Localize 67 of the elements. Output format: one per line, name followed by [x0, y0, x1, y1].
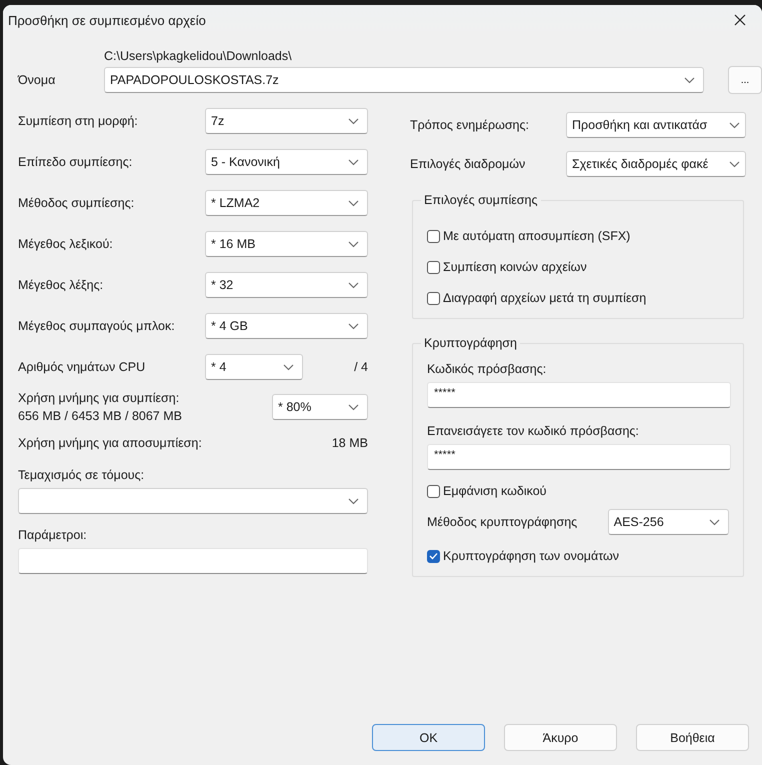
memory-value: 18 MB: [332, 436, 368, 450]
dropdown[interactable]: AES-256: [608, 509, 729, 535]
checkbox[interactable]: [427, 484, 440, 498]
chevron-icon: [348, 282, 359, 288]
parameters-field[interactable]: [18, 548, 368, 574]
chevron-icon: [729, 122, 740, 128]
field-label: Αριθμός νημάτων CPU: [18, 360, 146, 374]
chevron-icon: [709, 518, 720, 526]
dropdown[interactable]: Προσθήκη και αντικατάσ: [566, 112, 746, 138]
volume-dropdown[interactable]: [18, 488, 368, 514]
chevron-icon: [348, 498, 359, 504]
dropdown[interactable]: Σχετικές διαδρομές φακέ: [566, 151, 746, 177]
dropdown[interactable]: * 16 MB: [205, 231, 368, 257]
checkbox[interactable]: [427, 550, 440, 562]
dialog-button[interactable]: Βοήθεια: [636, 724, 749, 751]
checkbox-label: Εμφάνιση κωδικού: [443, 484, 547, 498]
checkbox[interactable]: [427, 292, 440, 304]
chevron-icon: [729, 160, 740, 168]
dropdown[interactable]: 7z: [205, 108, 368, 134]
chevron-icon: [348, 322, 359, 330]
field-label: Επιλογές διαδρομών: [410, 157, 526, 171]
chevron-icon: [348, 158, 359, 166]
chevron-icon: [348, 240, 359, 248]
password-field[interactable]: *****: [427, 444, 731, 470]
memory-usage: 656 MB / 6453 MB / 8067 MB: [18, 409, 183, 423]
window-title: Προσθήκη σε συμπιεσμένο αρχείο: [8, 12, 206, 28]
field-label: Μέθοδος συμπίεσης:: [18, 196, 136, 210]
checkbox-label: Κρυπτογράφηση των ονομάτων: [443, 549, 620, 563]
field-label: Όνομα: [18, 73, 56, 87]
checkbox[interactable]: [427, 260, 440, 274]
dropdown[interactable]: * LZMA2: [205, 190, 368, 216]
dropdown[interactable]: 5 - Κανονική: [205, 149, 368, 175]
thread-total: / 4: [354, 360, 368, 374]
group-title: Επιλογές συμπίεσης: [421, 193, 540, 207]
dropdown[interactable]: * 80%: [272, 394, 368, 420]
folder-path: C:\Users\pkagkelidou\Downloads\: [104, 49, 293, 63]
archive-name-field[interactable]: PAPADOPOULOSKOSTAS.7z: [104, 67, 704, 93]
dropdown[interactable]: * 32: [205, 272, 368, 298]
checkbox[interactable]: [427, 230, 440, 242]
field-label: Μέγεθος λεξικού:: [18, 237, 114, 251]
group-title: Κρυπτογράφηση: [421, 336, 520, 350]
password-field[interactable]: *****: [427, 382, 731, 408]
chevron-icon: [348, 200, 359, 206]
chevron-icon: [283, 364, 294, 370]
field-label: Μέγεθος λέξης:: [18, 278, 104, 292]
field-label: Χρήση μνήμης για αποσυμπίεση:: [18, 436, 202, 450]
dropdown[interactable]: * 4: [205, 354, 303, 380]
field-label: Χρήση μνήμης για συμπίεση:: [18, 391, 180, 405]
chevron-icon: [348, 404, 359, 410]
checkbox-label: Με αυτόματη αποσυμπίεση (SFX): [443, 229, 630, 243]
field-label: Τρόπος ενημέρωσης:: [410, 118, 530, 132]
dialog-button[interactable]: OK: [372, 724, 485, 751]
chevron-icon: [348, 118, 359, 124]
checkbox-label: Συμπίεση κοινών αρχείων: [443, 260, 587, 274]
field-label: Παράμετροι:: [18, 528, 88, 542]
field-label: Επίπεδο συμπίεσης:: [18, 155, 134, 169]
dialog-button[interactable]: Άκυρο: [504, 724, 617, 751]
field-label: Συμπίεση στη μορφή:: [18, 114, 139, 128]
field-label: Κωδικός πρόσβασης:: [427, 362, 548, 376]
field-label: Τεμαχισμός σε τόμους:: [18, 468, 146, 482]
field-label: Μέθοδος κρυπτογράφησης: [427, 515, 578, 529]
dropdown[interactable]: * 4 GB: [205, 313, 368, 339]
chevron-icon: [684, 76, 695, 84]
field-label: Επανεισάγετε τον κωδικό πρόσβασης:: [427, 424, 640, 438]
browse-button[interactable]: ...: [728, 66, 762, 94]
checkbox-label: Διαγραφή αρχείων μετά τη συμπίεση: [443, 291, 646, 305]
field-label: Μέγεθος συμπαγούς μπλοκ:: [18, 319, 176, 333]
